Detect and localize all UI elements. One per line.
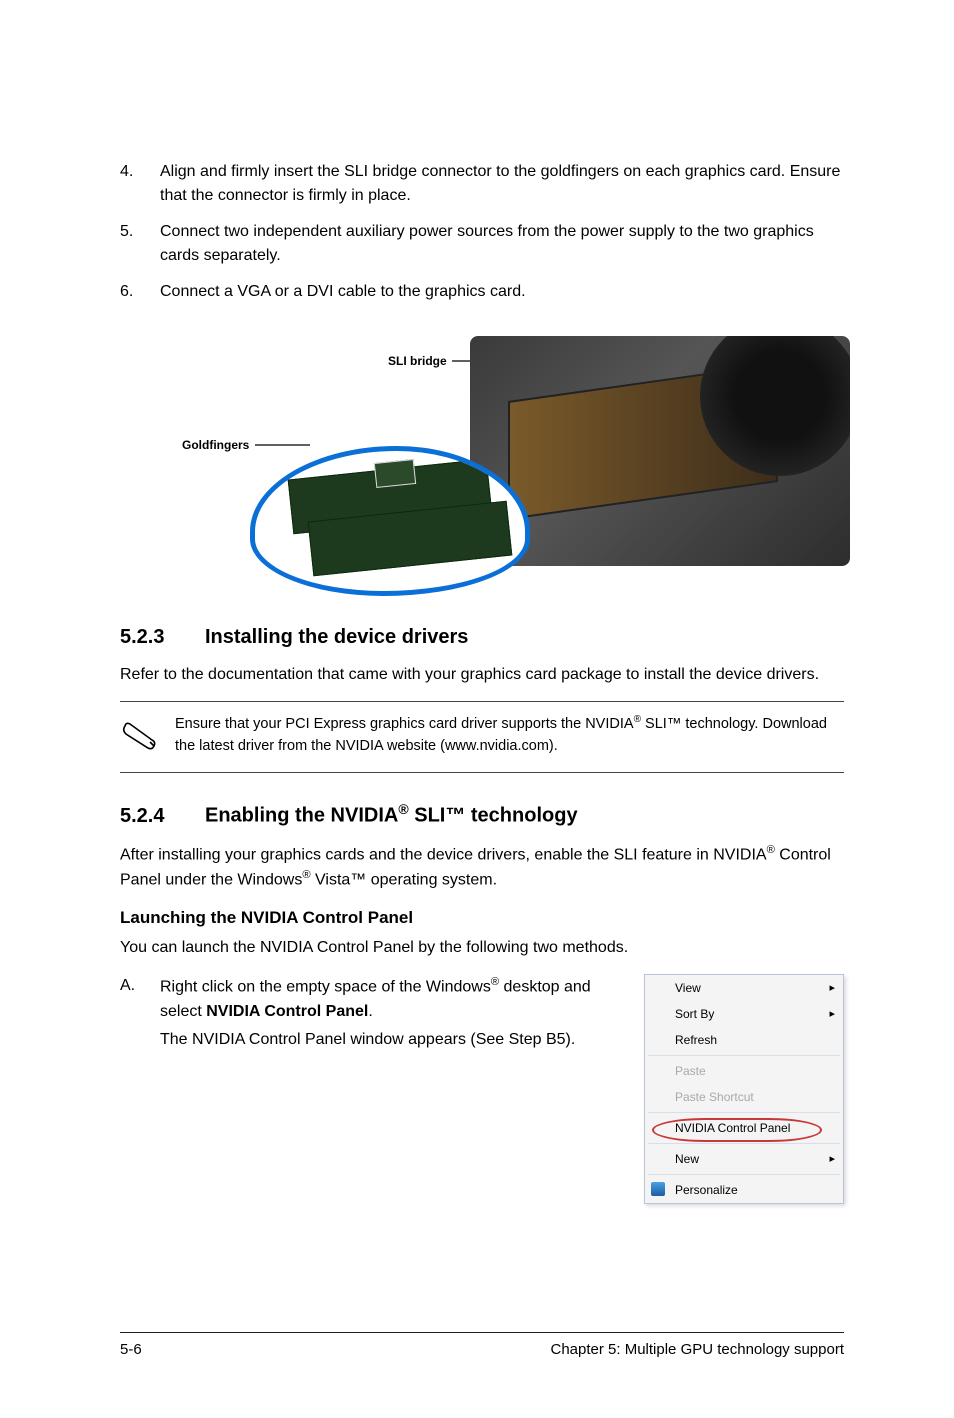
- ctx-menu-new[interactable]: New: [645, 1146, 843, 1172]
- ctx-menu-refresh[interactable]: Refresh: [645, 1027, 843, 1053]
- ctx-menu-separator: [648, 1174, 840, 1175]
- ctx-menu-nvidia-control-panel[interactable]: NVIDIA Control Panel: [645, 1115, 843, 1141]
- ctx-menu-paste: Paste: [645, 1058, 843, 1084]
- step-number-5: 5.: [120, 220, 160, 268]
- ctx-menu-separator: [648, 1143, 840, 1144]
- ctx-menu-separator: [648, 1055, 840, 1056]
- ctx-menu-sort-by[interactable]: Sort By: [645, 1001, 843, 1027]
- section-title-524-a: Enabling the NVIDIA: [205, 805, 398, 827]
- personalize-icon: [651, 1182, 665, 1196]
- section-heading-523: 5.2.3Installing the device drivers: [120, 626, 844, 649]
- section-number-523: 5.2.3: [120, 626, 205, 649]
- step-text-4: Align and firmly insert the SLI bridge c…: [160, 160, 844, 208]
- footer-page-number: 5-6: [120, 1341, 142, 1358]
- context-menu-screenshot: View Sort By Refresh Paste Paste Shortcu…: [644, 974, 844, 1204]
- section-title-524-b: SLI™ technology: [409, 805, 578, 827]
- subheading-launch: Launching the NVIDIA Control Panel: [120, 908, 844, 928]
- note-icon: [120, 712, 175, 762]
- step-number-6: 6.: [120, 280, 160, 304]
- method-a-body: Right click on the empty space of the Wi…: [160, 974, 624, 1051]
- ctx-menu-view[interactable]: View: [645, 975, 843, 1001]
- step-text-5: Connect two independent auxiliary power …: [160, 220, 844, 268]
- ctx-menu-separator: [648, 1112, 840, 1113]
- note-text-523: Ensure that your PCI Express graphics ca…: [175, 712, 844, 762]
- step-number-4: 4.: [120, 160, 160, 208]
- method-letter-a: A.: [120, 974, 160, 1051]
- footer-chapter-title: Chapter 5: Multiple GPU technology suppo…: [551, 1341, 845, 1358]
- figure-magnified-view: [250, 446, 530, 596]
- note-box-523: Ensure that your PCI Express graphics ca…: [120, 701, 844, 773]
- page-footer: 5-6 Chapter 5: Multiple GPU technology s…: [120, 1332, 844, 1358]
- ctx-menu-paste-shortcut: Paste Shortcut: [645, 1084, 843, 1110]
- figure-sli-bridge: SLI bridge Goldfingers: [120, 316, 844, 596]
- section-body-523: Refer to the documentation that came wit…: [120, 663, 844, 687]
- section-body-524: After installing your graphics cards and…: [120, 842, 844, 893]
- section-title-523: Installing the device drivers: [205, 626, 468, 648]
- section-heading-524: 5.2.4Enabling the NVIDIA® SLI™ technolog…: [120, 801, 844, 828]
- step-text-6: Connect a VGA or a DVI cable to the grap…: [160, 280, 844, 304]
- launch-intro: You can launch the NVIDIA Control Panel …: [120, 936, 844, 960]
- section-number-524: 5.2.4: [120, 805, 205, 828]
- ctx-menu-personalize[interactable]: Personalize: [645, 1177, 843, 1203]
